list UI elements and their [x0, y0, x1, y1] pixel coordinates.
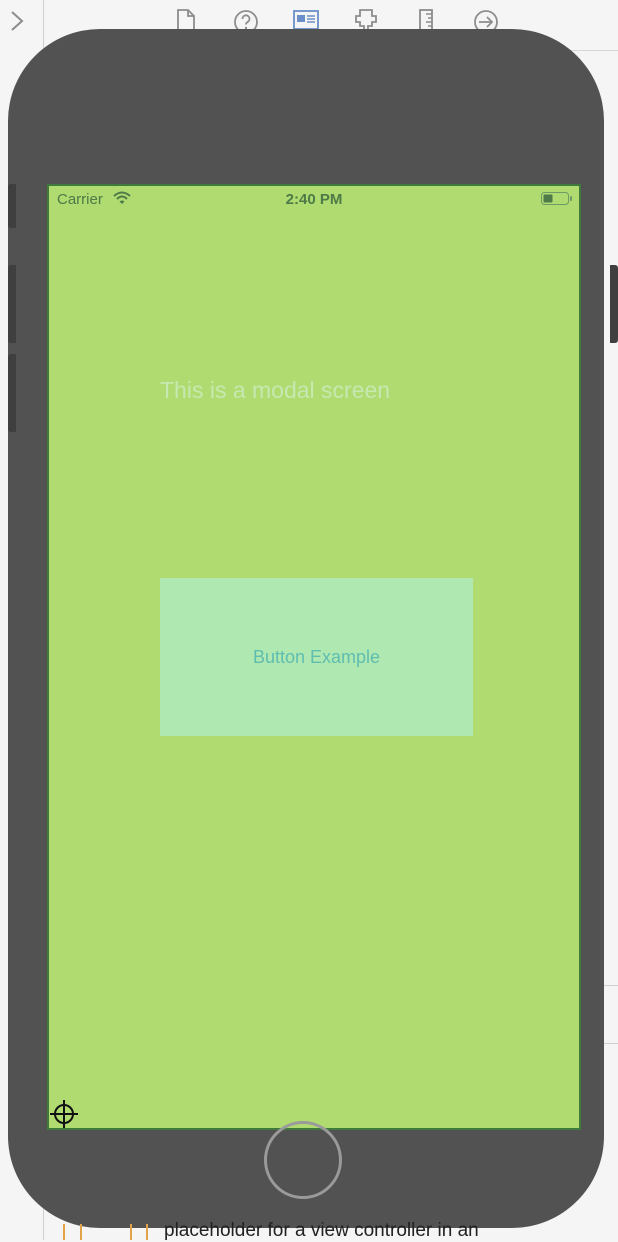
status-bar: Carrier 2:40 PM [47, 184, 581, 214]
battery-icon [541, 192, 573, 205]
mute-switch [8, 184, 16, 228]
volume-down-button [8, 354, 16, 432]
example-button[interactable]: Button Example [160, 578, 473, 736]
panel-divider [604, 985, 618, 986]
volume-up-button [8, 265, 16, 343]
crosshair-target-icon[interactable] [48, 1098, 80, 1130]
outline-guide [80, 1224, 82, 1240]
modal-screen: Carrier 2:40 PM This is a modal screen B… [47, 184, 581, 1130]
outline-guide [130, 1224, 132, 1240]
iphone-device-frame: Carrier 2:40 PM This is a modal screen B… [8, 29, 618, 1228]
outline-description-text: placeholder for a view controller in an [164, 1220, 479, 1241]
outline-guide [146, 1224, 148, 1240]
power-button [610, 265, 618, 343]
collapse-chevron-icon[interactable] [6, 10, 28, 32]
outline-guide [63, 1224, 65, 1240]
home-button[interactable] [264, 1121, 342, 1199]
panel-divider [604, 1043, 618, 1044]
status-time: 2:40 PM [285, 191, 343, 208]
modal-title-label: This is a modal screen [160, 377, 391, 403]
